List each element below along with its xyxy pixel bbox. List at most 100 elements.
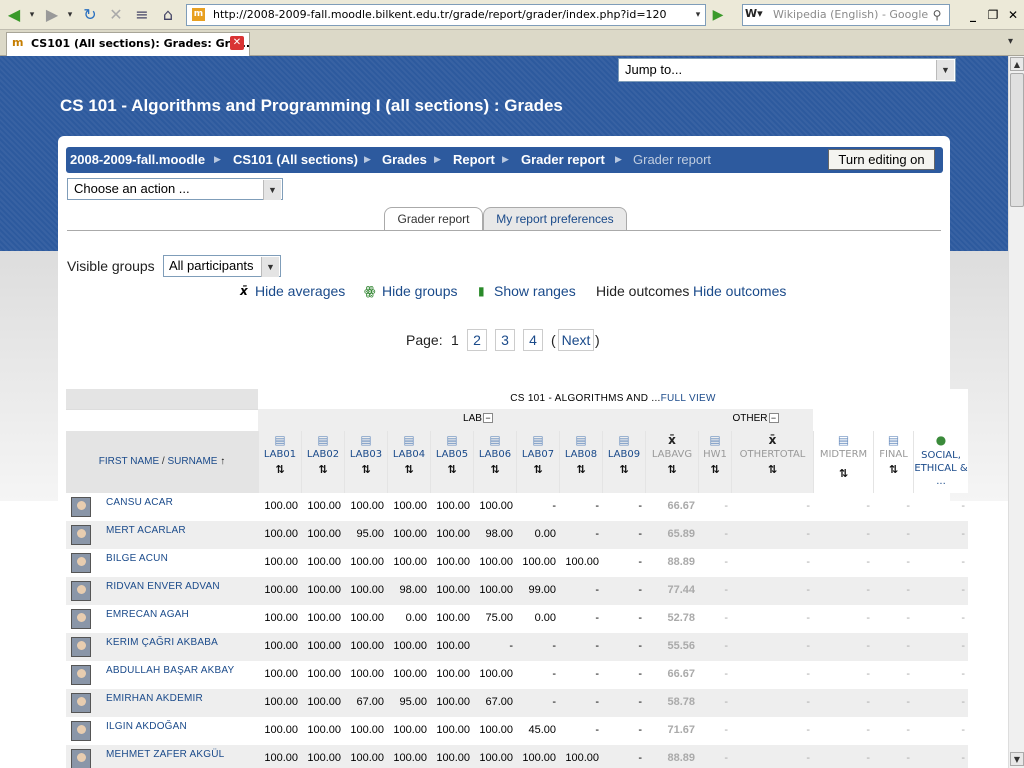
home-icon[interactable]: ⌂: [158, 5, 178, 25]
student-name-link[interactable]: MEHMET ZAFER AKGÜL: [106, 749, 224, 760]
column-label[interactable]: LAB01: [259, 449, 301, 460]
chevron-down-icon[interactable]: ▼: [263, 180, 281, 200]
column-label[interactable]: LAB07: [517, 449, 559, 460]
student-name-link[interactable]: MERT ACARLAR: [106, 525, 186, 536]
hide-outcomes-link[interactable]: Hide outcomes: [693, 283, 786, 299]
column-lab05[interactable]: ▤ LAB05 ⇅: [430, 431, 473, 493]
sort-toggle-icon[interactable]: ⇅: [699, 463, 731, 476]
scroll-down-icon[interactable]: ▼: [1010, 752, 1024, 766]
address-bar[interactable]: http://2008-2009-fall.moodle.bilkent.edu…: [186, 4, 706, 26]
close-window-icon[interactable]: ✕: [1004, 6, 1022, 24]
stop-icon[interactable]: ✕: [106, 5, 126, 25]
sort-toggle-icon[interactable]: ⇅: [259, 463, 301, 476]
column-lab09[interactable]: ▤ LAB09 ⇅: [602, 431, 645, 493]
sort-toggle-icon[interactable]: ⇅: [560, 463, 602, 476]
avatar[interactable]: [71, 553, 91, 573]
breadcrumb-grades[interactable]: Grades: [382, 152, 427, 167]
avatar[interactable]: [71, 721, 91, 741]
chevron-down-icon[interactable]: ▼: [261, 257, 279, 277]
avatar[interactable]: [71, 637, 91, 657]
page-link-3[interactable]: 3: [495, 329, 515, 351]
sort-toggle-icon[interactable]: ⇅: [732, 463, 813, 476]
column-lab03[interactable]: ▤ LAB03 ⇅: [344, 431, 387, 493]
column-label[interactable]: LABAVG: [646, 449, 698, 460]
column-label[interactable]: LAB02: [302, 449, 344, 460]
column-final[interactable]: ▤ FINAL ⇅: [873, 431, 913, 493]
visible-groups-select[interactable]: All participants ▼: [163, 255, 281, 277]
wikipedia-search-engine-icon[interactable]: W▾: [745, 7, 765, 23]
browser-tab[interactable]: CS101 (All sections): Grades: Gra...: [6, 32, 250, 56]
choose-action-select[interactable]: Choose an action ... ▼: [67, 178, 283, 200]
column-othertotal[interactable]: x̄ OTHERTOTAL ⇅: [731, 431, 813, 493]
column-midterm[interactable]: ▤ MIDTERM ⇅: [813, 431, 873, 493]
hide-averages-link[interactable]: Hide averages: [255, 283, 345, 299]
sort-toggle-icon[interactable]: ⇅: [302, 463, 344, 476]
sort-toggle-icon[interactable]: ⇅: [814, 467, 873, 480]
bookmarks-icon[interactable]: ≡: [132, 5, 152, 25]
column-social-ethical[interactable]: ● SOCIAL, ETHICAL & ...: [913, 431, 968, 493]
column-label[interactable]: HW1: [699, 449, 731, 460]
back-history-icon[interactable]: ▾: [24, 5, 40, 25]
avatar[interactable]: [71, 581, 91, 601]
breadcrumb-site[interactable]: 2008-2009-fall.moodle: [70, 152, 205, 167]
student-name-link[interactable]: ILGIN AKDOĞAN: [106, 721, 187, 732]
reload-icon[interactable]: ↻: [80, 5, 100, 25]
avatar[interactable]: [71, 693, 91, 713]
search-icon[interactable]: ⚲: [926, 5, 948, 25]
column-lab02[interactable]: ▤ LAB02 ⇅: [301, 431, 344, 493]
search-field[interactable]: Wikipedia (English) - Google: [742, 4, 950, 26]
scroll-thumb[interactable]: [1010, 73, 1024, 207]
scroll-up-icon[interactable]: ▲: [1010, 57, 1024, 71]
student-name-link[interactable]: BILGE ACUN: [106, 553, 168, 564]
column-lab07[interactable]: ▤ LAB07 ⇅: [516, 431, 559, 493]
breadcrumb-grader-report[interactable]: Grader report: [521, 152, 605, 167]
next-page-link[interactable]: Next: [558, 329, 594, 351]
column-lab04[interactable]: ▤ LAB04 ⇅: [387, 431, 430, 493]
sort-toggle-icon[interactable]: ⇅: [517, 463, 559, 476]
sort-toggle-icon[interactable]: ⇅: [431, 463, 473, 476]
student-name-link[interactable]: EMIRHAN AKDEMIR: [106, 693, 203, 704]
tab-close-icon[interactable]: ✕: [230, 36, 244, 50]
student-name-link[interactable]: RIDVAN ENVER ADVAN: [106, 581, 220, 592]
column-label[interactable]: SOCIAL, ETHICAL & ...: [914, 449, 968, 488]
avatar[interactable]: [71, 609, 91, 629]
tab-grader-report[interactable]: Grader report: [384, 207, 483, 231]
show-ranges-link[interactable]: Show ranges: [494, 283, 576, 299]
breadcrumb-report[interactable]: Report: [453, 152, 495, 167]
column-lab01[interactable]: ▤ LAB01 ⇅: [258, 431, 301, 493]
jump-to-select[interactable]: Jump to... ▼: [618, 58, 956, 82]
column-lab06[interactable]: ▤ LAB06 ⇅: [473, 431, 516, 493]
column-label[interactable]: LAB06: [474, 449, 516, 460]
tab-my-report-preferences[interactable]: My report preferences: [483, 207, 627, 231]
forward-history-icon[interactable]: ▾: [62, 5, 78, 25]
sort-toggle-icon[interactable]: ⇅: [603, 463, 645, 476]
student-name-link[interactable]: CANSU ACAR: [106, 497, 173, 508]
chevron-down-icon[interactable]: ▼: [936, 60, 954, 80]
column-label[interactable]: FINAL: [874, 449, 913, 460]
column-label[interactable]: LAB03: [345, 449, 387, 460]
column-labavg[interactable]: x̄ LABAVG ⇅: [645, 431, 698, 493]
column-label[interactable]: MIDTERM: [814, 449, 873, 460]
back-icon[interactable]: ◀: [4, 5, 24, 25]
column-lab08[interactable]: ▤ LAB08 ⇅: [559, 431, 602, 493]
tab-list-icon[interactable]: ▾: [1008, 36, 1013, 47]
avatar[interactable]: [71, 497, 91, 517]
hide-groups-link[interactable]: Hide groups: [382, 283, 458, 299]
column-label[interactable]: LAB04: [388, 449, 430, 460]
column-label[interactable]: LAB09: [603, 449, 645, 460]
breadcrumb-course[interactable]: CS101 (All sections): [233, 152, 358, 167]
turn-editing-on-button[interactable]: Turn editing on: [828, 149, 935, 170]
go-icon[interactable]: ▶: [708, 5, 728, 25]
sort-toggle-icon[interactable]: ⇅: [345, 463, 387, 476]
avatar[interactable]: [71, 749, 91, 768]
student-name-link[interactable]: ABDULLAH BAŞAR AKBAY: [106, 665, 234, 676]
page-link-4[interactable]: 4: [523, 329, 543, 351]
sort-toggle-icon[interactable]: ⇅: [874, 463, 913, 476]
column-label[interactable]: LAB08: [560, 449, 602, 460]
column-label[interactable]: OTHERTOTAL: [732, 449, 813, 460]
student-name-link[interactable]: EMRECAN AGAH: [106, 609, 189, 620]
column-hw1[interactable]: ▤ HW1 ⇅: [698, 431, 731, 493]
page-link-2[interactable]: 2: [467, 329, 487, 351]
page-scrollbar[interactable]: ▲ ▼: [1008, 56, 1024, 768]
address-dropdown-icon[interactable]: ▾: [690, 5, 706, 25]
